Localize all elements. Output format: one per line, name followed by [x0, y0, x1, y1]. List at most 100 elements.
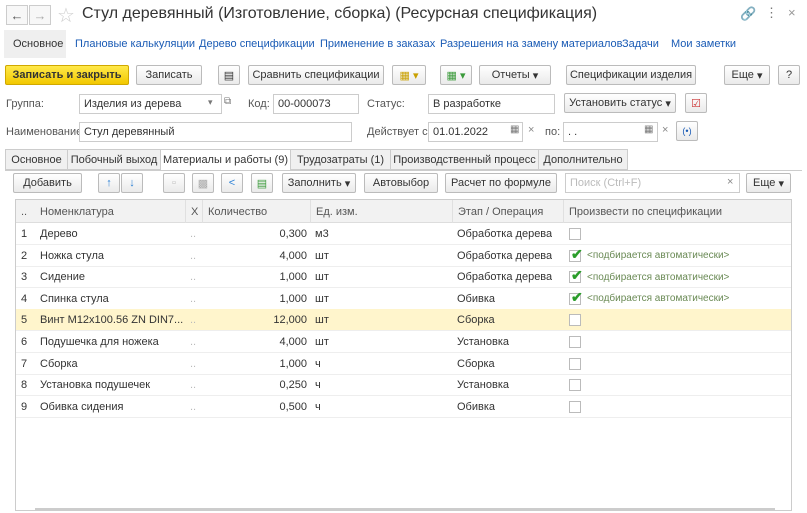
row-stage[interactable]: Установка — [457, 374, 509, 396]
compare-button[interactable]: Сравнить спецификации — [248, 65, 384, 85]
search-clear-icon[interactable]: × — [727, 176, 733, 188]
row-qty[interactable]: 4,000 — [202, 245, 307, 267]
nav-link-calc[interactable]: Плановые калькуляции — [75, 38, 195, 50]
formula-button[interactable]: Расчет по формуле — [445, 173, 557, 193]
share-icon[interactable]: < — [221, 173, 243, 193]
period-icon[interactable]: (•) — [676, 121, 698, 141]
nav-link-orders[interactable]: Применение в заказах — [320, 38, 435, 50]
nav-link-main[interactable]: Основное — [13, 38, 63, 50]
tab-materials[interactable]: Материалы и работы (9) — [160, 149, 291, 171]
col-header-produce[interactable]: Произвести по спецификации — [563, 200, 791, 223]
print-dropdown-icon[interactable]: ▦ ▾ — [392, 65, 426, 85]
table-row[interactable]: 2 Ножка стула .. 4,000 шт Обработка дере… — [16, 245, 791, 267]
row-name[interactable]: Дерево — [40, 223, 185, 245]
table-row[interactable]: 1 Дерево .. 0,300 м3 Обработка дерева — [16, 223, 791, 245]
col-header-qty[interactable]: Количество — [202, 200, 310, 223]
row-stage[interactable]: Установка — [457, 331, 509, 353]
name-field[interactable]: Стул деревянный — [79, 122, 352, 142]
clear-from-icon[interactable]: × — [528, 124, 534, 136]
menu-icon[interactable]: ⋮ — [765, 5, 778, 21]
copy-icon[interactable]: ▫ — [163, 173, 185, 193]
row-qty[interactable]: 0,300 — [202, 223, 307, 245]
row-stage[interactable]: Обивка — [457, 288, 495, 310]
row-qty[interactable]: 4,000 — [202, 331, 307, 353]
row-unit[interactable]: ч — [315, 374, 321, 396]
tab-process[interactable]: Производственный процесс — [390, 149, 539, 170]
check-icon[interactable]: ☑ — [685, 93, 707, 113]
row-name[interactable]: Подушечка для ножека — [40, 331, 185, 353]
move-down-icon[interactable]: ↓ — [121, 173, 143, 193]
excel-icon[interactable]: ▤ — [251, 173, 273, 193]
valid-from-field[interactable]: 01.01.2022 — [428, 122, 523, 142]
table-row[interactable]: 8 Установка подушечек .. 0,250 ч Установ… — [16, 374, 791, 397]
row-name[interactable]: Обивка сидения — [40, 396, 185, 418]
calendar-icon[interactable]: ▦ — [510, 124, 519, 135]
clear-to-icon[interactable]: × — [662, 124, 668, 136]
table-row[interactable]: 5 Винт М12х100.56 ZN DIN7... .. 12,000 ш… — [16, 309, 791, 332]
nav-link-replace[interactable]: Разрешения на замену материалов — [440, 38, 623, 50]
horizontal-scrollbar[interactable] — [35, 508, 775, 511]
row-name[interactable]: Винт М12х100.56 ZN DIN7... — [40, 309, 185, 331]
produce-checkbox[interactable]: ✔ — [569, 267, 583, 284]
produce-checkbox[interactable] — [569, 379, 581, 392]
calendar-to-icon[interactable]: ▦ — [644, 124, 653, 135]
produce-checkbox[interactable] — [569, 400, 581, 413]
link-icon[interactable]: 🔗 — [740, 6, 756, 22]
row-stage[interactable]: Обработка дерева — [457, 266, 552, 288]
move-up-icon[interactable]: ↑ — [98, 173, 120, 193]
code-field[interactable]: 00-000073 — [273, 94, 359, 114]
tab-byproduct[interactable]: Побочный выход — [67, 149, 161, 170]
row-stage[interactable]: Обработка дерева — [457, 223, 552, 245]
row-qty[interactable]: 1,000 — [202, 266, 307, 288]
tab-extra[interactable]: Дополнительно — [538, 149, 628, 170]
create-based-dropdown-icon[interactable]: ▦ ▾ — [440, 65, 472, 85]
produce-checkbox[interactable]: ✔ — [569, 246, 583, 262]
tab-labor[interactable]: Трудозатраты (1) — [290, 149, 391, 170]
tab-main[interactable]: Основное — [5, 149, 68, 170]
close-icon[interactable]: × — [788, 5, 796, 20]
autoselect-button[interactable]: Автовыбор — [364, 173, 438, 193]
col-header-x[interactable]: X — [185, 200, 202, 223]
table-row[interactable]: 3 Сидение .. 1,000 шт Обработка дерева ✔… — [16, 266, 791, 289]
list-icon[interactable]: ▤ — [218, 65, 240, 85]
save-button[interactable]: Записать — [136, 65, 202, 85]
produce-checkbox[interactable] — [569, 357, 581, 370]
forward-button[interactable]: → — [29, 5, 51, 25]
group-field[interactable]: Изделия из дерева — [79, 94, 222, 114]
table-row[interactable]: 9 Обивка сидения .. 0,500 ч Обивка — [16, 396, 791, 418]
row-unit[interactable]: шт — [315, 309, 329, 331]
row-unit[interactable]: шт — [315, 266, 329, 288]
col-header-name[interactable]: Номенклатура — [35, 200, 185, 223]
set-status-button[interactable]: Установить статус ▾ — [564, 93, 676, 113]
group-dropdown-icon[interactable]: ▾ — [208, 97, 213, 108]
nav-link-tree[interactable]: Дерево спецификации — [199, 38, 315, 50]
add-button[interactable]: Добавить — [13, 173, 82, 193]
col-header-stage[interactable]: Этап / Операция — [452, 200, 563, 223]
product-specs-button[interactable]: Спецификации изделия — [566, 65, 696, 85]
nav-link-notes[interactable]: Мои заметки — [671, 38, 736, 50]
row-qty[interactable]: 1,000 — [202, 288, 307, 310]
table-row[interactable]: 7 Сборка .. 1,000 ч Сборка — [16, 353, 791, 375]
row-stage[interactable]: Обработка дерева — [457, 245, 552, 267]
col-header-unit[interactable]: Ед. изм. — [310, 200, 452, 223]
row-name[interactable]: Установка подушечек — [40, 374, 185, 396]
row-name[interactable]: Сборка — [40, 353, 185, 375]
table-row[interactable]: 6 Подушечка для ножека .. 4,000 шт Устан… — [16, 331, 791, 353]
more-button[interactable]: Еще ▾ — [724, 65, 770, 85]
row-unit[interactable]: шт — [315, 245, 329, 267]
search-input[interactable]: Поиск (Ctrl+F) — [565, 173, 740, 193]
produce-checkbox[interactable]: ✔ — [569, 289, 583, 305]
produce-checkbox[interactable] — [569, 314, 581, 327]
table-row[interactable]: 4 Спинка стула .. 1,000 шт Обивка ✔ <подб… — [16, 288, 791, 310]
group-open-icon[interactable]: ⧉ — [224, 96, 231, 107]
star-icon[interactable]: ☆ — [57, 3, 75, 28]
row-qty[interactable]: 0,500 — [202, 396, 307, 418]
table-more-button[interactable]: Еще ▾ — [746, 173, 791, 193]
help-button[interactable]: ? — [778, 65, 800, 85]
row-unit[interactable]: м3 — [315, 223, 329, 245]
row-stage[interactable]: Обивка — [457, 396, 495, 418]
fill-button[interactable]: Заполнить ▾ — [282, 173, 356, 193]
row-unit[interactable]: шт — [315, 331, 329, 353]
back-button[interactable]: ← — [6, 5, 28, 25]
row-name[interactable]: Сидение — [40, 266, 185, 288]
